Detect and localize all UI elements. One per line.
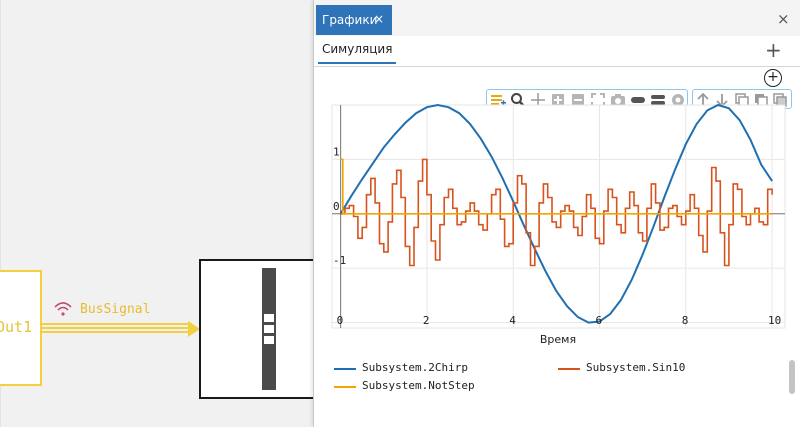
scrollbar-thumb[interactable] [789,360,795,394]
legend-label: Subsystem.Sin10 [586,361,686,374]
x-tick-label: 0 [337,314,344,327]
legend-swatch [334,368,356,370]
plots-window: Графики × × Симуляция + + 0 2 4 6 8 10 1… [313,0,800,427]
x-tick-label: 6 [595,314,602,327]
y-tick-label: -1 [333,254,346,267]
out1-block-label: Out1 [0,318,33,336]
x-tick-label: 8 [682,314,689,327]
legend-label: Subsystem.NotStep [362,379,475,392]
x-axis-label: Время [540,333,576,346]
legend-swatch [558,368,580,370]
bus-selector-port [264,314,274,322]
signal-icon [54,302,72,316]
legend-label: Subsystem.2Chirp [362,361,468,374]
y-tick-label: 1 [333,145,340,158]
legend-swatch [334,386,356,388]
x-tick-label: 10 [768,314,781,327]
bus-selector-port [264,325,274,333]
x-tick-label: 4 [509,314,516,327]
subsystem-block[interactable] [199,259,319,399]
x-tick-label: 2 [423,314,430,327]
bus-selector-port [264,336,274,344]
y-tick-label: 0 [333,200,340,213]
bus-signal-label: BusSignal [80,302,151,317]
